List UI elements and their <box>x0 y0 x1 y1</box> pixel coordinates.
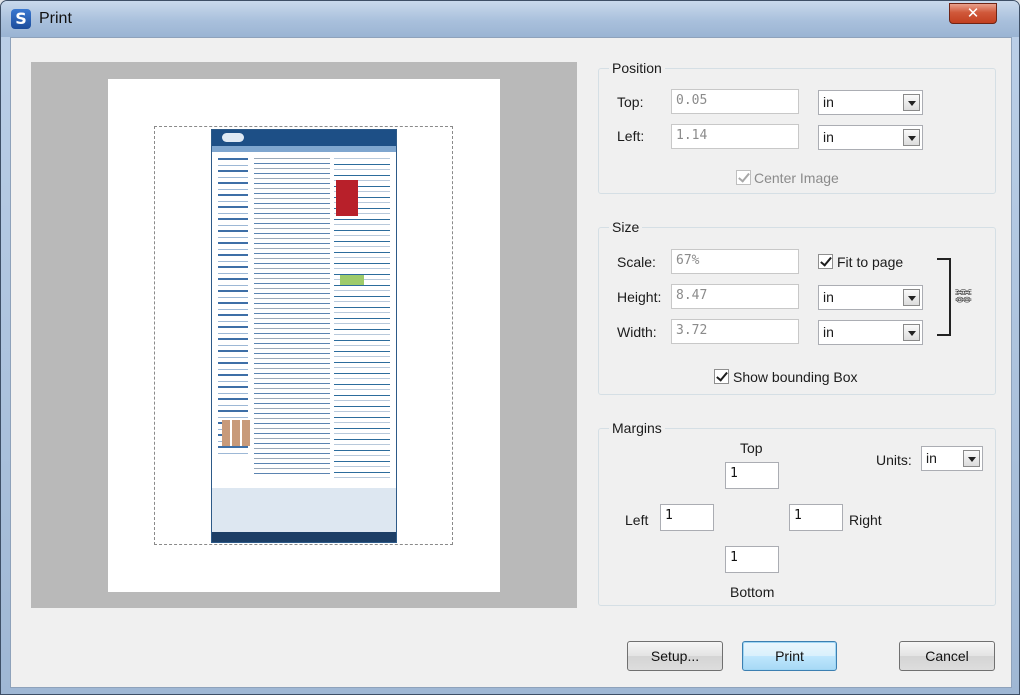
units-value: in <box>926 450 937 466</box>
width-field[interactable]: 3.72 <box>671 319 799 344</box>
link-icon[interactable]: ⛓ <box>953 286 973 306</box>
height-unit-value: in <box>823 289 834 305</box>
close-button[interactable]: ✕ <box>949 3 997 24</box>
position-group-title: Position <box>609 60 665 76</box>
position-top-label: Top: <box>617 94 644 110</box>
title-bar[interactable]: S Print ✕ <box>1 1 1019 37</box>
height-unit-select[interactable]: in <box>818 285 923 310</box>
width-label: Width: <box>617 324 657 340</box>
fit-to-page-checkbox[interactable] <box>818 254 833 269</box>
thumbnail-green-box <box>340 275 364 285</box>
center-image-checkbox[interactable] <box>736 170 751 185</box>
scale-field[interactable]: 67% <box>671 249 799 274</box>
print-preview-area <box>31 62 577 608</box>
units-select[interactable]: in <box>921 446 983 471</box>
thumbnail-faces <box>222 420 250 446</box>
print-dialog-window: S Print ✕ Position Top: 0.05 in Left: 1.… <box>0 0 1020 695</box>
thumbnail-ad-box <box>336 180 358 216</box>
position-left-label: Left: <box>617 128 645 144</box>
margins-group: Margins Top 1 Units: in Left 1 1 Right 1… <box>598 420 996 606</box>
cancel-button[interactable]: Cancel <box>899 641 995 671</box>
units-label: Units: <box>876 452 912 468</box>
print-button[interactable]: Print <box>742 641 837 671</box>
thumbnail-left-column <box>218 158 248 458</box>
preview-paper <box>108 79 500 592</box>
thumbnail-header <box>212 130 396 146</box>
window-title: Print <box>39 10 72 27</box>
position-top-field[interactable]: 0.05 <box>671 89 799 114</box>
thumbnail-bottom-bar <box>212 532 396 542</box>
thumbnail-logo <box>222 133 244 142</box>
width-unit-value: in <box>823 324 834 340</box>
scale-label: Scale: <box>617 254 656 270</box>
app-logo-icon: S <box>11 9 31 29</box>
margin-bottom-field[interactable]: 1 <box>725 546 779 573</box>
aspect-lock-bracket <box>937 258 951 336</box>
thumbnail-nav <box>212 146 396 152</box>
margin-right-field[interactable]: 1 <box>789 504 843 531</box>
dialog-client-area: Position Top: 0.05 in Left: 1.14 in Cent… <box>10 37 1012 688</box>
position-left-field[interactable]: 1.14 <box>671 124 799 149</box>
thumbnail-main-column <box>254 158 330 478</box>
chevron-down-icon[interactable] <box>903 129 920 146</box>
margin-left-field[interactable]: 1 <box>660 504 714 531</box>
chevron-down-icon[interactable] <box>903 324 920 341</box>
chevron-down-icon[interactable] <box>903 94 920 111</box>
height-field[interactable]: 8.47 <box>671 284 799 309</box>
position-left-unit-select[interactable]: in <box>818 125 923 150</box>
position-top-unit-value: in <box>823 94 834 110</box>
margin-right-label: Right <box>849 512 882 528</box>
show-bounding-box-checkbox[interactable] <box>714 369 729 384</box>
chevron-down-icon[interactable] <box>963 450 980 467</box>
height-label: Height: <box>617 289 662 305</box>
fit-to-page-label: Fit to page <box>837 254 904 270</box>
chevron-down-icon[interactable] <box>903 289 920 306</box>
margin-left-label: Left <box>625 512 649 528</box>
close-icon: ✕ <box>966 5 980 22</box>
size-group-title: Size <box>609 219 643 235</box>
margin-top-field[interactable]: 1 <box>725 462 779 489</box>
center-image-label: Center Image <box>754 170 839 186</box>
width-unit-select[interactable]: in <box>818 320 923 345</box>
margins-group-title: Margins <box>609 420 665 436</box>
thumbnail-footer <box>212 488 396 534</box>
position-group: Position Top: 0.05 in Left: 1.14 in Cent… <box>598 60 996 194</box>
size-group: Size Scale: 67% Fit to page Height: 8.47… <box>598 219 996 395</box>
margin-top-label: Top <box>740 440 763 456</box>
bounding-box <box>154 126 453 545</box>
margin-bottom-label: Bottom <box>730 584 775 600</box>
page-thumbnail <box>211 129 397 543</box>
position-top-unit-select[interactable]: in <box>818 90 923 115</box>
position-left-unit-value: in <box>823 129 834 145</box>
show-bounding-box-label: Show bounding Box <box>733 369 858 385</box>
setup-button[interactable]: Setup... <box>627 641 723 671</box>
